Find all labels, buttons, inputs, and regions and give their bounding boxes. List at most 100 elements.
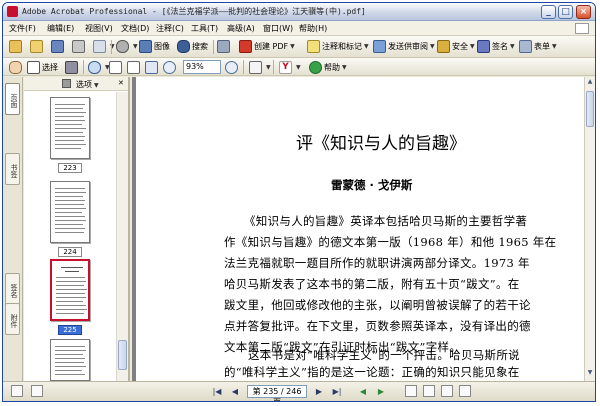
- help-label: 帮助: [324, 62, 340, 72]
- next-view-button[interactable]: ▶: [375, 386, 387, 398]
- continuous-icon[interactable]: [423, 385, 435, 397]
- menu-document[interactable]: 文档(D): [121, 23, 149, 34]
- rotate-view-button[interactable]: ▼: [249, 60, 271, 74]
- toolbar-separator: [83, 60, 84, 74]
- document-info-icon[interactable]: [31, 385, 43, 397]
- help-search-input[interactable]: [575, 23, 589, 34]
- toolbar-separator: [243, 60, 244, 74]
- scroll-up-arrow[interactable]: ▲: [586, 78, 594, 88]
- zoom-out-button[interactable]: [163, 60, 178, 74]
- tab-attachments[interactable]: 附件: [5, 303, 20, 335]
- menu-edit[interactable]: 编辑(E): [47, 23, 74, 34]
- page-thumbnail[interactable]: [50, 181, 90, 243]
- next-page-button[interactable]: ▶: [313, 386, 325, 398]
- scroll-down-arrow[interactable]: ▼: [586, 369, 594, 379]
- maximize-button[interactable]: □: [558, 5, 573, 19]
- sign-button[interactable]: 签名 ▼: [477, 39, 515, 54]
- cursor-icon: [27, 60, 40, 74]
- open-folder-icon[interactable]: [30, 39, 45, 54]
- acrobat-app-icon: [7, 6, 18, 17]
- organize-icon[interactable]: [217, 39, 232, 54]
- facing-icon[interactable]: [441, 385, 453, 397]
- send-review-label: 发送供审阅: [388, 42, 428, 51]
- menu-comments[interactable]: 注释(C): [156, 23, 184, 34]
- last-page-button[interactable]: ▶|: [331, 386, 343, 398]
- send-review-button[interactable]: 发送供审阅 ▼: [373, 39, 435, 54]
- yahoo-icon: Y: [279, 60, 292, 74]
- camera-icon: [139, 40, 152, 53]
- comment-icon: [307, 40, 320, 53]
- actual-size-button[interactable]: [109, 60, 124, 74]
- page-thumbnail-current[interactable]: [50, 259, 90, 321]
- menu-help[interactable]: 帮助(H): [299, 23, 327, 34]
- search-button[interactable]: 搜索: [177, 39, 208, 54]
- help-button[interactable]: 帮助 ▼: [309, 60, 347, 74]
- print-icon[interactable]: [72, 39, 87, 54]
- form-icon: [519, 40, 532, 53]
- single-page-icon[interactable]: [405, 385, 417, 397]
- page-thumbnail[interactable]: [50, 339, 90, 381]
- continuous-facing-icon[interactable]: [459, 385, 471, 397]
- body-line: 的“唯科学主义”指的是这一论题：正确的知识只能见象在: [224, 365, 520, 379]
- close-panel-icon[interactable]: ✕: [118, 79, 124, 87]
- minus-circle-icon: [163, 60, 176, 74]
- article-title: 评《知识与人的旨趣》: [296, 134, 466, 154]
- toolbar-separator: [111, 40, 112, 54]
- acrobat-window: Adobe Acrobat Professional - [《法兰克福学派——批…: [2, 2, 596, 402]
- help-icon: [309, 60, 322, 74]
- thumbnail-scrollbar[interactable]: [116, 92, 128, 381]
- forms-button[interactable]: 表单 ▼: [519, 39, 557, 54]
- page-number-field[interactable]: 第 235 / 246 页: [247, 385, 307, 401]
- body-line: 这本书是对“唯科学主义”的一个抨击。哈贝马斯所说: [248, 348, 520, 362]
- document-scrollbar[interactable]: ▲ ▼: [584, 77, 595, 381]
- zoom-in-button[interactable]: [225, 60, 240, 74]
- menu-window[interactable]: 窗口(W): [263, 23, 293, 34]
- page-thumbnail[interactable]: [50, 97, 90, 159]
- title-bar[interactable]: Adobe Acrobat Professional - [《法兰克福学派——批…: [3, 3, 595, 21]
- fit-page-button[interactable]: [127, 60, 142, 74]
- pen-icon: [477, 40, 490, 53]
- minimize-button[interactable]: _: [541, 5, 556, 19]
- page-layout-icon[interactable]: [11, 385, 23, 397]
- first-page-button[interactable]: |◀: [211, 386, 223, 398]
- scrollbar-thumb[interactable]: [586, 91, 594, 127]
- attach-icon[interactable]: ▼: [116, 39, 138, 54]
- menu-advanced[interactable]: 高级(A): [227, 23, 255, 34]
- menu-file[interactable]: 文件(F): [9, 23, 36, 34]
- snapshot-tool-button[interactable]: [65, 60, 80, 74]
- article-author: 雷蒙德 · 戈伊斯: [331, 178, 413, 192]
- secure-button[interactable]: 安全 ▼: [437, 39, 475, 54]
- zoom-tool-button[interactable]: ▼: [88, 60, 110, 74]
- close-button[interactable]: ×: [576, 5, 591, 19]
- menu-view[interactable]: 视图(V): [85, 23, 113, 34]
- hand-tool-button[interactable]: [9, 60, 24, 74]
- previous-page-button[interactable]: ◀: [229, 386, 241, 398]
- document-view[interactable]: 评《知识与人的旨趣》 雷蒙德 · 戈伊斯 《知识与人的旨趣》英译本包括哈贝马斯的…: [132, 77, 584, 381]
- trash-icon[interactable]: [62, 79, 71, 88]
- fit-width-button[interactable]: [145, 60, 160, 74]
- tab-signatures[interactable]: 签名: [5, 273, 20, 305]
- options-menu[interactable]: 选项 ▼: [76, 79, 99, 90]
- comment-markup-button[interactable]: 注释和标记 ▼: [307, 39, 369, 54]
- navigation-toolbar: 选择 ▼ 93% ▼ Y ▼ 帮助 ▼: [3, 58, 595, 76]
- search-label: 搜索: [192, 42, 208, 51]
- create-pdf-button[interactable]: 创建 PDF ▼: [239, 39, 295, 54]
- binoculars-icon: [177, 40, 190, 53]
- tab-pages[interactable]: 页面: [5, 83, 20, 115]
- scan-label: 图像: [154, 42, 170, 51]
- page-icon: [109, 60, 122, 74]
- body-line: 法兰克福就职一题目所作的就职讲演两部分译文。1973 年: [224, 256, 530, 270]
- create-icon[interactable]: [9, 39, 24, 54]
- zoom-level-select[interactable]: 93%: [183, 60, 221, 74]
- pages-panel: 选项 ▼ ✕ 223 224 225: [24, 77, 130, 381]
- scan-button[interactable]: 图像: [139, 39, 170, 54]
- yahoo-search-button[interactable]: Y ▼: [279, 60, 301, 74]
- previous-view-button[interactable]: ◀: [357, 386, 369, 398]
- tab-bookmarks[interactable]: 书签: [5, 153, 20, 185]
- fit-width-icon: [145, 60, 158, 74]
- menu-tools[interactable]: 工具(T): [191, 23, 218, 34]
- scrollbar-thumb[interactable]: [118, 340, 127, 370]
- select-label: 选择: [42, 62, 58, 72]
- save-icon[interactable]: [51, 39, 66, 54]
- select-tool-button[interactable]: 选择: [27, 60, 58, 74]
